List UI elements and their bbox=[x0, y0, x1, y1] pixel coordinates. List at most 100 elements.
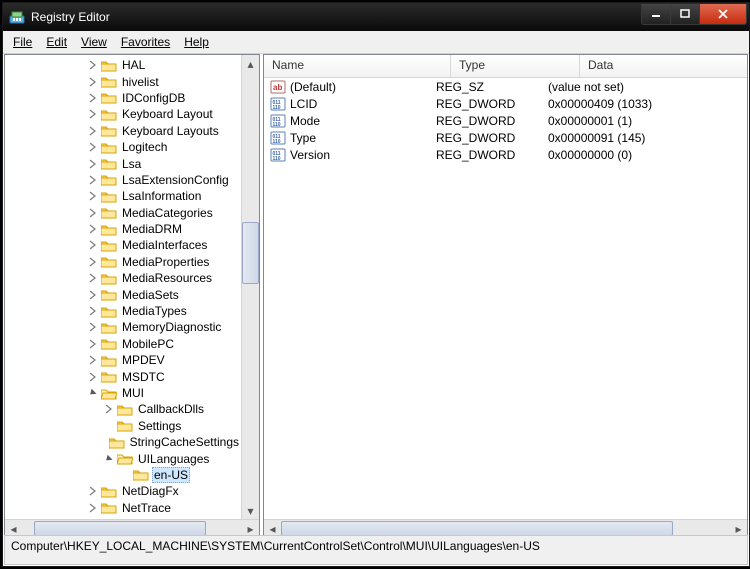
maximize-button[interactable] bbox=[670, 4, 700, 25]
values-pane: Name Type Data (Default)REG_SZ(value not… bbox=[263, 54, 748, 538]
close-button[interactable] bbox=[699, 4, 747, 25]
collapse-icon[interactable] bbox=[101, 451, 117, 467]
tree-item[interactable]: Settings bbox=[5, 418, 241, 434]
list-body[interactable]: (Default)REG_SZ(value not set)LCIDREG_DW… bbox=[264, 78, 747, 519]
expand-icon[interactable] bbox=[85, 303, 101, 319]
tree-item[interactable]: NetDiagFx bbox=[5, 483, 241, 499]
tree-item[interactable]: UILanguages bbox=[5, 450, 241, 466]
folder-open-icon bbox=[117, 452, 133, 465]
expand-icon[interactable] bbox=[85, 270, 101, 286]
tree-item[interactable]: LsaInformation bbox=[5, 188, 241, 204]
expand-icon[interactable] bbox=[85, 500, 101, 516]
tree-item[interactable]: LsaExtensionConfig bbox=[5, 172, 241, 188]
column-header-data[interactable]: Data bbox=[580, 55, 747, 77]
tree-item[interactable]: MediaProperties bbox=[5, 254, 241, 270]
value-row[interactable]: LCIDREG_DWORD0x00000409 (1033) bbox=[264, 95, 747, 112]
tree-item[interactable]: Keyboard Layouts bbox=[5, 123, 241, 139]
scroll-up-icon[interactable]: ▴ bbox=[247, 55, 253, 72]
scroll-thumb-h[interactable] bbox=[34, 521, 206, 536]
registry-editor-window: Registry Editor File Edit View Favorites… bbox=[2, 2, 750, 567]
tree-item-label: MSDTC bbox=[120, 370, 167, 384]
column-header-name[interactable]: Name bbox=[264, 55, 451, 77]
menu-favorites[interactable]: Favorites bbox=[115, 33, 176, 51]
column-header-type[interactable]: Type bbox=[451, 55, 580, 77]
collapse-icon[interactable] bbox=[85, 385, 101, 401]
tree-item[interactable]: en-US bbox=[5, 467, 241, 483]
scroll-thumb-h[interactable] bbox=[281, 521, 673, 536]
tree-item[interactable]: MediaDRM bbox=[5, 221, 241, 237]
value-row[interactable]: ModeREG_DWORD0x00000001 (1) bbox=[264, 112, 747, 129]
expand-icon[interactable] bbox=[85, 90, 101, 106]
menu-bar: File Edit View Favorites Help bbox=[3, 31, 749, 54]
titlebar[interactable]: Registry Editor bbox=[3, 3, 749, 31]
expand-icon[interactable] bbox=[85, 336, 101, 352]
menu-help[interactable]: Help bbox=[178, 33, 215, 51]
expand-icon[interactable] bbox=[101, 401, 117, 417]
value-row[interactable]: TypeREG_DWORD0x00000091 (145) bbox=[264, 129, 747, 146]
folder-open-icon bbox=[101, 387, 117, 400]
scroll-down-icon[interactable]: ▾ bbox=[247, 502, 253, 519]
expand-icon[interactable] bbox=[85, 106, 101, 122]
menu-edit[interactable]: Edit bbox=[40, 33, 73, 51]
tree-item-label: NetTrace bbox=[120, 501, 173, 515]
tree-item[interactable]: NetTrace bbox=[5, 500, 241, 516]
tree-item[interactable]: MediaSets bbox=[5, 286, 241, 302]
tree-item[interactable]: MUI bbox=[5, 385, 241, 401]
expand-icon[interactable] bbox=[85, 237, 101, 253]
expand-icon[interactable] bbox=[85, 172, 101, 188]
expand-icon[interactable] bbox=[85, 74, 101, 90]
tree-item[interactable]: CallbackDlls bbox=[5, 401, 241, 417]
minimize-button[interactable] bbox=[641, 4, 671, 25]
tree-item-label: Settings bbox=[136, 419, 183, 433]
expand-icon[interactable] bbox=[85, 516, 101, 519]
tree-item[interactable]: IDConfigDB bbox=[5, 90, 241, 106]
expand-icon[interactable] bbox=[85, 287, 101, 303]
tree-item-label: Logitech bbox=[120, 140, 169, 154]
tree-item[interactable]: MobilePC bbox=[5, 336, 241, 352]
expand-icon[interactable] bbox=[85, 156, 101, 172]
scroll-thumb[interactable] bbox=[242, 222, 259, 284]
tree-item[interactable]: HAL bbox=[5, 57, 241, 73]
expand-icon[interactable] bbox=[85, 139, 101, 155]
menu-file[interactable]: File bbox=[7, 33, 38, 51]
tree-item[interactable]: MPDEV bbox=[5, 352, 241, 368]
expand-icon[interactable] bbox=[85, 369, 101, 385]
menu-view[interactable]: View bbox=[75, 33, 113, 51]
folder-icon bbox=[101, 354, 117, 367]
expand-icon[interactable] bbox=[85, 483, 101, 499]
tree-item-label: LsaExtensionConfig bbox=[120, 173, 231, 187]
tree-view[interactable]: HALhivelistIDConfigDBKeyboard LayoutKeyb… bbox=[5, 55, 241, 519]
expand-icon[interactable] bbox=[85, 57, 101, 73]
tree-item-label: MediaSets bbox=[120, 288, 181, 302]
value-row[interactable]: (Default)REG_SZ(value not set) bbox=[264, 78, 747, 95]
tree-item[interactable]: MediaResources bbox=[5, 270, 241, 286]
tree-item[interactable]: MediaTypes bbox=[5, 303, 241, 319]
expand-icon[interactable] bbox=[85, 123, 101, 139]
tree-item[interactable]: Keyboard Layout bbox=[5, 106, 241, 122]
tree-item[interactable]: hivelist bbox=[5, 73, 241, 89]
tree-item[interactable]: MSDTC bbox=[5, 368, 241, 384]
expand-icon[interactable] bbox=[85, 221, 101, 237]
folder-icon bbox=[101, 141, 117, 154]
expand-icon[interactable] bbox=[85, 319, 101, 335]
expand-icon[interactable] bbox=[85, 352, 101, 368]
window-buttons bbox=[642, 4, 747, 24]
value-row[interactable]: VersionREG_DWORD0x00000000 (0) bbox=[264, 146, 747, 163]
expand-icon[interactable] bbox=[85, 205, 101, 221]
tree-item-label: HAL bbox=[120, 58, 147, 72]
expand-icon[interactable] bbox=[85, 254, 101, 270]
window-title: Registry Editor bbox=[31, 10, 642, 24]
tree-scrollbar-vertical[interactable]: ▴ ▾ bbox=[241, 55, 259, 519]
expand-icon[interactable] bbox=[85, 188, 101, 204]
folder-icon bbox=[101, 239, 117, 252]
tree-item[interactable]: Logitech bbox=[5, 139, 241, 155]
tree-item[interactable]: StringCacheSettings bbox=[5, 434, 241, 450]
dword-value-icon bbox=[270, 130, 286, 146]
tree-item-label: MPDEV bbox=[120, 353, 167, 367]
tree-item[interactable]: MediaInterfaces bbox=[5, 237, 241, 253]
tree-item[interactable]: Lsa bbox=[5, 155, 241, 171]
tree-item[interactable]: Network bbox=[5, 516, 241, 519]
tree-item[interactable]: MemoryDiagnostic bbox=[5, 319, 241, 335]
tree-item[interactable]: MediaCategories bbox=[5, 205, 241, 221]
value-data: (value not set) bbox=[548, 80, 738, 94]
